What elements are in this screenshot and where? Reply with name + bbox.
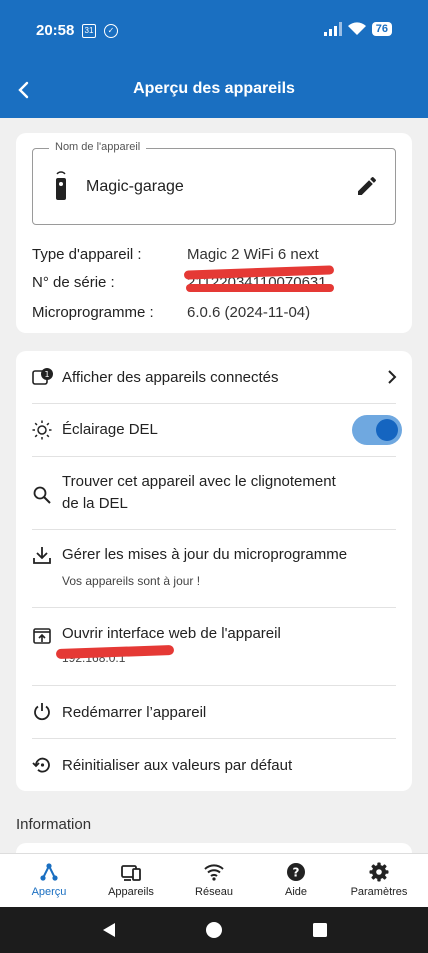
system-recents-icon[interactable] [311, 921, 329, 939]
overview-icon [40, 863, 58, 881]
nav-devices[interactable]: Appareils [88, 854, 174, 908]
svg-text:?: ? [293, 866, 300, 880]
nav-label: Aperçu [31, 886, 67, 898]
led-lighting-item[interactable]: Éclairage DEL [16, 404, 412, 456]
led-label: Éclairage DEL [62, 421, 158, 438]
app-bar: Aperçu des appareils [0, 62, 428, 118]
find-device-item[interactable]: Trouver cet appareil avec le clignotemen… [16, 457, 412, 529]
system-home-icon[interactable] [205, 921, 223, 939]
open-in-browser-icon [33, 628, 51, 644]
edit-pencil-icon[interactable] [355, 174, 379, 198]
open-web-interface-item[interactable]: Ouvrir interface web de l'appareil 192.1… [16, 608, 412, 685]
firmware-value: 6.0.6 (2024-11-04) [187, 304, 311, 321]
system-navigation-bar [0, 907, 428, 953]
nav-settings[interactable]: Paramètres [336, 854, 422, 908]
wifi-status-icon [347, 22, 366, 35]
firmware-label: Microprogramme : [32, 304, 154, 321]
power-icon [34, 703, 50, 721]
restart-label: Redémarrer l’appareil [62, 704, 207, 721]
factory-reset-item[interactable]: Réinitialiser aux valeurs par défaut [16, 739, 412, 791]
nav-label: Réseau [195, 886, 233, 898]
serial-label: N° de série : [32, 274, 115, 291]
reset-label: Réinitialiser aux valeurs par défaut [62, 757, 293, 774]
device-type-value: Magic 2 WiFi 6 next [187, 246, 319, 263]
help-icon: ? [287, 863, 305, 881]
nav-label: Aide [284, 886, 308, 898]
nav-label: Paramètres [350, 886, 408, 898]
device-name-label: Nom de l'appareil [49, 141, 147, 153]
web-address-redaction [55, 644, 175, 660]
connected-badge: 1 [44, 370, 49, 379]
check-circle-icon: ✓ [104, 24, 118, 38]
nav-overview[interactable]: Aperçu [6, 854, 92, 908]
battery-icon: 76 [371, 22, 392, 36]
firmware-updates-label: Gérer les mises à jour du microprogramme [62, 546, 348, 563]
actions-card: 1 Afficher des appareils connectés Éclai… [16, 351, 412, 791]
device-type-label: Type d'appareil : [32, 246, 142, 263]
device-info-card: Nom de l'appareil Magic-garage Type d'ap… [16, 133, 412, 333]
page-title: Aperçu des appareils [133, 80, 295, 97]
nav-network[interactable]: Réseau [171, 854, 257, 908]
firmware-updates-item[interactable]: Gérer les mises à jour du microprogramme… [16, 530, 412, 607]
signal-icon [323, 22, 342, 36]
gear-icon [369, 862, 389, 882]
serial-redaction-2 [186, 284, 334, 292]
find-device-label-line2: de la DEL [62, 495, 128, 512]
search-icon [33, 486, 51, 504]
firmware-updates-status: Vos appareils sont à jour ! [62, 574, 201, 588]
find-device-label-line1: Trouver cet appareil avec le clignotemen… [62, 473, 336, 490]
show-connected-devices-item[interactable]: 1 Afficher des appareils connectés [16, 351, 412, 403]
restart-device-item[interactable]: Redémarrer l’appareil [16, 686, 412, 738]
status-time: 20:58 [36, 22, 75, 39]
chevron-right-icon [388, 370, 397, 384]
information-section-title: Information [16, 816, 92, 833]
restore-icon [32, 757, 50, 773]
devices-icon [121, 865, 141, 881]
device-name: Magic-garage [86, 178, 184, 195]
show-connected-label: Afficher des appareils connectés [62, 369, 279, 386]
device-name-field[interactable]: Nom de l'appareil Magic-garage [32, 141, 396, 225]
status-bar: 20:58 31 ✓ 76 [0, 0, 428, 62]
toggle-knob [376, 419, 398, 441]
nav-help[interactable]: ? Aide [253, 854, 339, 908]
bottom-navigation: Aperçu Appareils Réseau ? Aide Paramètre… [0, 853, 428, 907]
led-toggle[interactable] [352, 415, 402, 445]
download-icon [33, 547, 51, 564]
wifi-icon [204, 864, 224, 881]
sun-icon [32, 420, 52, 440]
calendar-icon: 31 [82, 24, 96, 38]
connected-devices-icon: 1 [32, 368, 53, 385]
nav-label: Appareils [108, 886, 154, 898]
status-right: 76 [323, 22, 392, 36]
open-web-label: Ouvrir interface web de l'appareil [62, 625, 281, 642]
remote-icon [56, 171, 66, 200]
system-back-icon[interactable] [100, 921, 118, 939]
